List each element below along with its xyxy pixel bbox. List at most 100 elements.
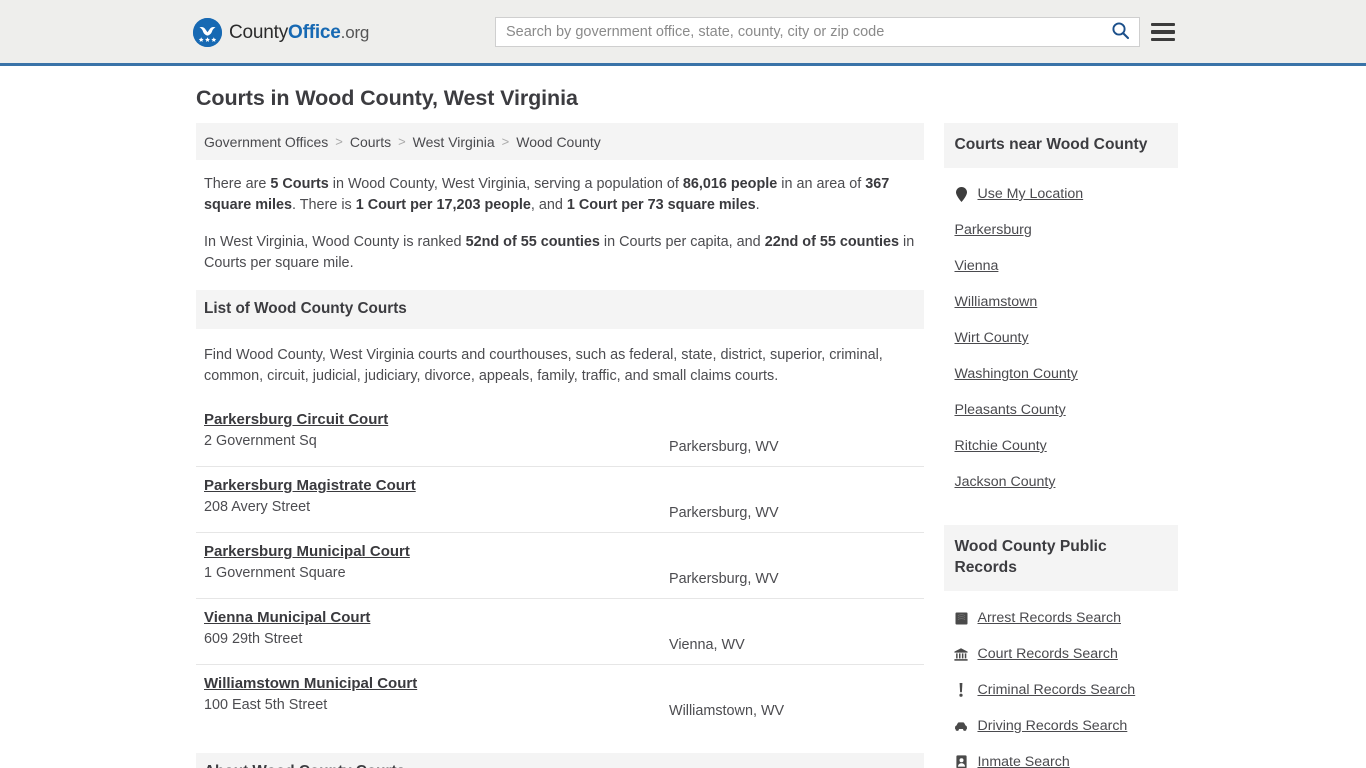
sidebar-link-label[interactable]: Inmate Search — [977, 754, 1069, 768]
sidebar-item-arrest-records-search[interactable]: Arrest Records Search — [954, 600, 1178, 636]
sidebar-item-vienna[interactable]: Vienna — [954, 248, 1178, 284]
court-address: 2 Government Sq — [204, 433, 317, 449]
county-office-eagle-logo-icon — [193, 18, 222, 47]
sidebar-item-inmate-search[interactable]: Inmate Search — [954, 744, 1178, 768]
court-city: Parkersburg, WV — [669, 439, 779, 455]
search-bar — [495, 17, 1140, 47]
sidebar-item-washington-county[interactable]: Washington County — [954, 356, 1178, 392]
stat-per-area: 1 Court per 73 square miles — [566, 197, 756, 213]
intro-text: In West Virginia, Wood County is ranked — [204, 234, 466, 250]
breadcrumb-separator: > — [398, 134, 406, 149]
hamburger-bar — [1151, 37, 1175, 42]
sidebar-item-driving-records-search[interactable]: Driving Records Search — [954, 708, 1178, 744]
court-city: Williamstown, WV — [669, 703, 785, 719]
intro-text: , and — [530, 197, 567, 213]
sidebar-item-parkersburg[interactable]: Parkersburg — [954, 212, 1178, 248]
intro-text: . There is — [292, 197, 356, 213]
sidebar-link-label[interactable]: Ritchie County — [954, 438, 1046, 454]
court-list-item[interactable]: Williamstown Municipal Court 100 East 5t… — [196, 665, 924, 730]
two-column-layout: Government Offices > Courts > West Virgi… — [188, 123, 1178, 768]
sidebar-link-label[interactable]: Pleasants County — [954, 402, 1065, 418]
sidebar-item-jackson-county[interactable]: Jackson County — [954, 464, 1178, 500]
court-info: Parkersburg Circuit Court 2 Government S… — [204, 411, 669, 449]
logo-word-county: County — [229, 21, 289, 43]
court-list-item[interactable]: Parkersburg Magistrate Court 208 Avery S… — [196, 467, 925, 533]
search-icon — [1111, 21, 1130, 43]
courthouse-icon — [954, 646, 969, 662]
sidebar-item-ritchie-county[interactable]: Ritchie County — [954, 428, 1178, 464]
sidebar-item-wirt-county[interactable]: Wirt County — [954, 320, 1178, 356]
logo-word-office: Office — [288, 21, 341, 43]
court-name-link[interactable]: Parkersburg Municipal Court — [204, 543, 410, 560]
car-icon — [954, 718, 968, 734]
logo-wordmark: CountyOffice.org — [229, 22, 369, 44]
site-logo[interactable]: CountyOffice.org — [193, 18, 369, 47]
intro-text: There are — [204, 176, 271, 192]
court-list-item[interactable]: Vienna Municipal Court 609 29th Street V… — [196, 599, 925, 665]
court-list-item[interactable]: Parkersburg Municipal Court 1 Government… — [196, 533, 925, 599]
breadcrumb-item-courts[interactable]: Courts — [350, 134, 391, 150]
court-name-link[interactable]: Vienna Municipal Court — [204, 609, 370, 626]
court-city: Parkersburg, WV — [669, 505, 779, 521]
stat-rank-area: 22nd of 55 counties — [764, 234, 900, 250]
sidebar-item-williamstown[interactable]: Williamstown — [954, 284, 1178, 320]
intro-paragraph-1: There are 5 Courts in Wood County, West … — [204, 174, 916, 216]
sidebar-link-label[interactable]: Wirt County — [954, 330, 1028, 346]
sidebar-link-label[interactable]: Vienna — [954, 258, 998, 274]
public-records-list: Arrest Records Search Court Records Sear… — [944, 591, 1178, 768]
search-input[interactable] — [496, 18, 1101, 46]
court-info: Parkersburg Municipal Court 1 Government… — [204, 543, 669, 581]
hamburger-bar — [1151, 22, 1175, 27]
sidebar-item-use-my-location[interactable]: Use My Location — [954, 176, 1178, 212]
fingerprint-icon — [954, 610, 968, 626]
page-title: Courts in Wood County, West Virginia — [196, 86, 578, 110]
court-info: Vienna Municipal Court 609 29th Street — [204, 609, 669, 647]
public-records-heading: Wood County Public Records — [944, 525, 1178, 591]
court-list-item[interactable]: Parkersburg Circuit Court 2 Government S… — [196, 401, 925, 467]
sidebar-item-court-records-search[interactable]: Court Records Search — [954, 636, 1178, 672]
court-info: Parkersburg Magistrate Court 208 Avery S… — [204, 477, 669, 515]
list-section-description: Find Wood County, West Virginia courts a… — [204, 347, 883, 384]
search-button[interactable] — [1101, 18, 1139, 46]
intro-stats: There are 5 Courts in Wood County, West … — [196, 160, 924, 274]
sidebar-link-label[interactable]: Arrest Records Search — [977, 610, 1121, 626]
sidebar-link-label[interactable]: Parkersburg — [954, 222, 1031, 238]
court-city: Vienna, WV — [669, 637, 745, 653]
public-records-panel: Wood County Public Records Arrest Record… — [944, 525, 1178, 768]
hamburger-menu-icon[interactable] — [1151, 20, 1175, 44]
sidebar-item-criminal-records-search[interactable]: Criminal Records Search — [954, 672, 1178, 708]
sidebar-link-label[interactable]: Court Records Search — [977, 646, 1117, 662]
breadcrumb-item-west-virginia[interactable]: West Virginia — [413, 134, 495, 150]
sidebar-link-label[interactable]: Driving Records Search — [977, 718, 1127, 734]
court-address: 1 Government Square — [204, 565, 346, 581]
sidebar-link-label[interactable]: Williamstown — [954, 294, 1037, 310]
exclamation-icon — [954, 682, 968, 698]
sidebar-item-pleasants-county[interactable]: Pleasants County — [954, 392, 1178, 428]
about-section-heading: About Wood County Courts — [196, 753, 925, 768]
courts-near-heading: Courts near Wood County — [944, 123, 1178, 168]
intro-text: in Courts per capita, and — [599, 234, 765, 250]
site-header: CountyOffice.org — [0, 0, 1366, 66]
court-name-link[interactable]: Williamstown Municipal Court — [204, 675, 417, 692]
page-body: Courts in Wood County, West Virginia Gov… — [0, 66, 1366, 768]
sidebar: Courts near Wood County Use My Location — [944, 123, 1178, 768]
sidebar-link-label[interactable]: Washington County — [954, 366, 1077, 382]
content-container: Courts in Wood County, West Virginia Gov… — [188, 66, 1178, 768]
breadcrumb-separator: > — [335, 134, 343, 149]
id-badge-icon — [954, 754, 968, 768]
court-name-link[interactable]: Parkersburg Magistrate Court — [204, 477, 416, 494]
stat-rank-capita: 52nd of 55 counties — [465, 234, 600, 250]
court-name-link[interactable]: Parkersburg Circuit Court — [204, 411, 388, 428]
sidebar-link-label[interactable]: Use My Location — [977, 186, 1083, 202]
intro-paragraph-2: In West Virginia, Wood County is ranked … — [204, 232, 916, 274]
courts-near-list: Use My Location Parkersburg Vienna Willi… — [944, 168, 1178, 504]
hamburger-bar — [1151, 30, 1175, 34]
court-list: Parkersburg Circuit Court 2 Government S… — [196, 401, 925, 730]
sidebar-link-label[interactable]: Criminal Records Search — [977, 682, 1135, 698]
breadcrumb-separator: > — [501, 134, 510, 149]
breadcrumb-item-wood-county[interactable]: Wood County — [516, 134, 601, 150]
sidebar-link-label[interactable]: Jackson County — [954, 474, 1055, 490]
court-address: 100 East 5th Street — [204, 697, 328, 713]
court-address: 208 Avery Street — [204, 499, 311, 515]
breadcrumb-item-government-offices[interactable]: Government Offices — [204, 134, 328, 150]
